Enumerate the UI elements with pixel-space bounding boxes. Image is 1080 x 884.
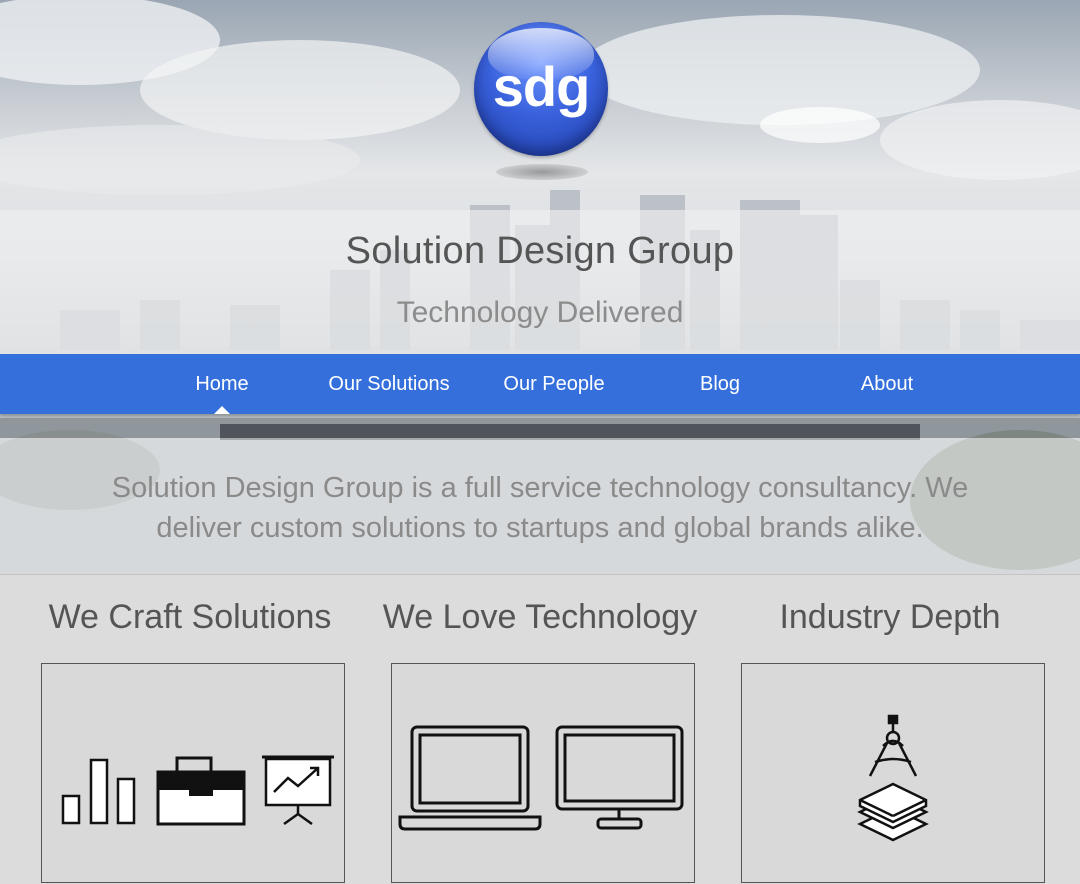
feature-card-craft[interactable]: [41, 663, 345, 883]
feature-title-industry: Industry Depth: [779, 598, 1001, 636]
intro-text: Solution Design Group is a full service …: [111, 472, 969, 544]
layers-icon: [857, 782, 929, 842]
title-band: Solution Design Group Technology Deliver…: [0, 210, 1080, 354]
desktop-monitor-icon: [555, 725, 684, 830]
feature-card-technology[interactable]: [391, 663, 695, 883]
logo-shadow: [496, 164, 588, 180]
site-tagline: Technology Delivered: [396, 296, 684, 329]
briefcase-icon: [156, 756, 246, 826]
nav-item-home[interactable]: Home: [147, 354, 297, 414]
presentation-icon: [262, 755, 334, 826]
bar-chart-icon: [61, 758, 136, 825]
features-section: We Craft Solutions We Love Technology In…: [0, 576, 1080, 883]
nav-item-our-people[interactable]: Our People: [478, 354, 630, 414]
logo-text: sdg: [492, 54, 591, 118]
feature-card-industry[interactable]: [741, 663, 1045, 883]
intro-band: Solution Design Group is a full service …: [0, 438, 1080, 575]
drafting-compass-icon: [868, 714, 918, 777]
nav-item-about[interactable]: About: [822, 354, 952, 414]
site-title: Solution Design Group: [345, 230, 735, 272]
laptop-icon: [398, 725, 542, 831]
feature-title-technology: We Love Technology: [382, 598, 698, 636]
sdg-logo[interactable]: sdg: [474, 22, 608, 156]
main-nav: Home Our Solutions Our People Blog About: [0, 354, 1080, 414]
feature-title-craft: We Craft Solutions: [48, 598, 332, 636]
nav-item-blog[interactable]: Blog: [660, 354, 780, 414]
nav-item-our-solutions[interactable]: Our Solutions: [303, 354, 475, 414]
hero-background: sdg Solution Design Group Technology Del…: [0, 0, 1080, 575]
